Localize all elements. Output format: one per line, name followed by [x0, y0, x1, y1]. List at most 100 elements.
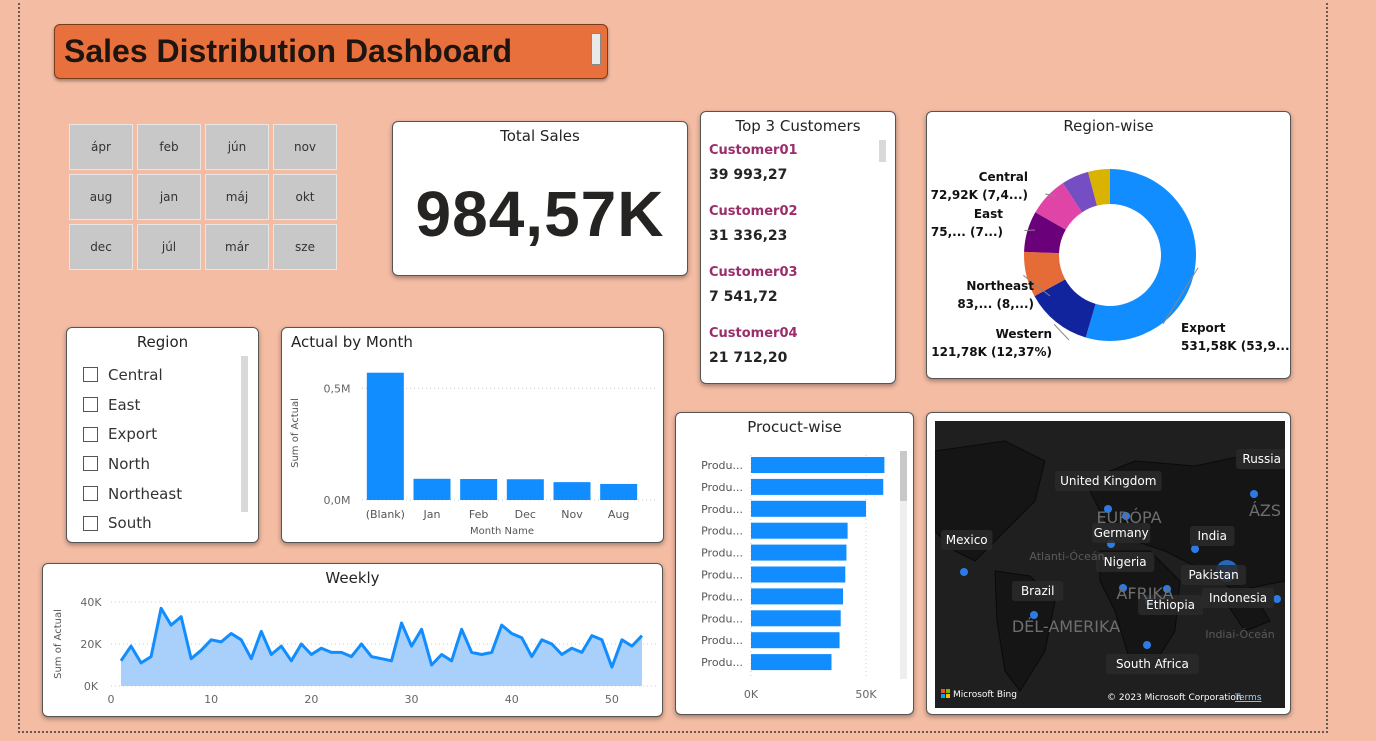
region-slicer-card[interactable]: Region Central East Export North Northea… [66, 327, 259, 543]
bing-logo-square [941, 694, 945, 698]
y-tick-label: Produ... [701, 656, 743, 669]
checkbox[interactable] [83, 367, 98, 383]
map-ocean-label: Atlanti-Óceán [1029, 550, 1104, 563]
map-country-label: Mexico [946, 533, 988, 547]
x-tick-label: Feb [469, 508, 488, 521]
customer-value: 7 541,72 [709, 289, 778, 305]
customer-scrollbar[interactable] [879, 140, 886, 162]
month-tile[interactable]: ápr [69, 124, 133, 170]
region-option[interactable]: East [83, 390, 182, 420]
x-tick-label: 40 [505, 693, 519, 706]
x-tick-label: Nov [561, 508, 583, 521]
map-canvas[interactable]: Russia United Kingdom Germany India Mexico Ni… [935, 421, 1285, 708]
region-option[interactable]: North [83, 449, 182, 479]
month-tile[interactable]: már [205, 224, 269, 270]
donut-slice-label: 531,58K (53,9...) [1181, 339, 1291, 353]
month-tile[interactable]: aug [69, 174, 133, 220]
top-customers-card[interactable]: Top 3 Customers Customer01 39 993,27 Cus… [700, 111, 896, 384]
region-option[interactable]: Central [83, 360, 182, 390]
x-tick-label: Jan [423, 508, 441, 521]
dashboard-title: Sales Distribution Dashboard [64, 33, 513, 69]
month-bar [600, 483, 638, 500]
month-tile[interactable]: jún [205, 124, 269, 170]
weekly-area [121, 608, 642, 686]
checkbox[interactable] [83, 456, 98, 472]
x-tick-label: Dec [515, 508, 536, 521]
map-bubble [1143, 641, 1151, 649]
product-bar [751, 478, 884, 495]
y-axis-label: Sum of Actual [290, 398, 301, 468]
y-axis-label: Sum of Actual [53, 609, 64, 679]
month-tile[interactable]: okt [273, 174, 337, 220]
map-region-label: AFRIKA [1116, 584, 1173, 603]
checkbox[interactable] [83, 426, 98, 442]
y-tick-label: 40K [80, 596, 102, 609]
month-bar [413, 478, 451, 500]
donut-slice-name: Central [979, 170, 1028, 184]
map-country-label: Germany [1094, 526, 1149, 540]
month-tile[interactable]: nov [273, 124, 337, 170]
donut-slice-name: Export [1181, 321, 1226, 335]
top-customers-title: Top 3 Customers [735, 117, 861, 135]
map-bubble [960, 568, 968, 576]
month-tile[interactable]: jan [137, 174, 201, 220]
month-tile[interactable]: máj [205, 174, 269, 220]
region-option[interactable]: Export [83, 419, 182, 449]
region-option-label: North [108, 454, 150, 473]
donut-slice-name: Northeast [966, 279, 1034, 293]
donut-slice-label: 72,92K (7,4...) [931, 188, 1028, 202]
y-tick-label: Produ... [701, 503, 743, 516]
map-copyright: © 2023 Microsoft Corporation [1107, 693, 1242, 703]
checkbox[interactable] [83, 486, 98, 502]
checkbox[interactable] [83, 397, 98, 413]
product-bar [751, 522, 848, 539]
month-bar [553, 482, 591, 500]
map-bubble [1250, 490, 1258, 498]
bing-logo-square [946, 694, 950, 698]
product-wise-card[interactable]: Procuct-wise 0K 50K Produ... Produ... Produ.… [675, 412, 914, 715]
product-scroll-thumb[interactable] [900, 451, 907, 501]
y-tick-label: Produ... [701, 569, 743, 582]
donut-slice-label: 121,78K (12,37%) [931, 345, 1052, 359]
y-tick-label: Produ... [701, 525, 743, 538]
region-option[interactable]: Northeast [83, 479, 182, 509]
month-tile[interactable]: sze [273, 224, 337, 270]
donut-leader-line [1024, 229, 1036, 232]
map-terms-link[interactable]: Terms [1234, 693, 1262, 703]
bing-logo-square [941, 689, 945, 693]
y-tick-label: 0,5M [324, 382, 351, 395]
total-sales-title: Total Sales [500, 127, 580, 145]
month-bar [460, 479, 498, 500]
month-tile[interactable]: júl [137, 224, 201, 270]
checkbox[interactable] [83, 515, 98, 531]
month-tile[interactable]: dec [69, 224, 133, 270]
month-bar [506, 479, 544, 500]
map-country-label: Indonesia [1209, 591, 1267, 605]
customer-name: Customer02 [709, 204, 798, 219]
region-scrollbar[interactable] [241, 356, 248, 512]
customer-name: Customer03 [709, 265, 798, 280]
dashboard-title-box: Sales Distribution Dashboard [54, 24, 608, 79]
customer-name: Customer01 [709, 143, 798, 158]
x-tick-label: 50 [605, 693, 619, 706]
donut-slice-label: 75,... (7...) [931, 225, 1003, 239]
region-donut-card[interactable]: Region-wise Export 531,58K (53,9...) Weste… [926, 111, 1291, 379]
customer-list: Customer01 39 993,27 Customer02 31 336,2… [709, 140, 798, 383]
region-option-label: East [108, 395, 141, 414]
map-card[interactable]: Russia United Kingdom Germany India Mexico Ni… [926, 412, 1291, 715]
x-tick-label: Aug [608, 508, 629, 521]
donut-slice-name: East [974, 207, 1003, 221]
month-tile[interactable]: feb [137, 124, 201, 170]
actual-by-month-chart: 0,5M 0,0M (Blank) Jan Feb Dec Nov Aug Month Name… [290, 372, 657, 537]
product-bar [751, 654, 832, 671]
region-option[interactable]: South [83, 508, 182, 538]
month-bar [366, 372, 404, 500]
y-tick-label: 0K [84, 680, 99, 693]
weekly-card[interactable]: Weekly 40K 20K 0K 0 10 20 30 40 50 Sum of Actual [42, 563, 663, 717]
total-sales-card[interactable]: Total Sales 984,57K [392, 121, 688, 276]
product-bar [751, 500, 866, 517]
actual-by-month-card[interactable]: Actual by Month 0,5M 0,0M (Blank) Jan Feb Dec… [281, 327, 664, 543]
title-scroll-thumb[interactable] [591, 33, 601, 65]
x-tick-label: 20 [304, 693, 318, 706]
product-wise-chart: 0K 50K Produ... Produ... Produ... Produ... Pro… [701, 455, 885, 701]
